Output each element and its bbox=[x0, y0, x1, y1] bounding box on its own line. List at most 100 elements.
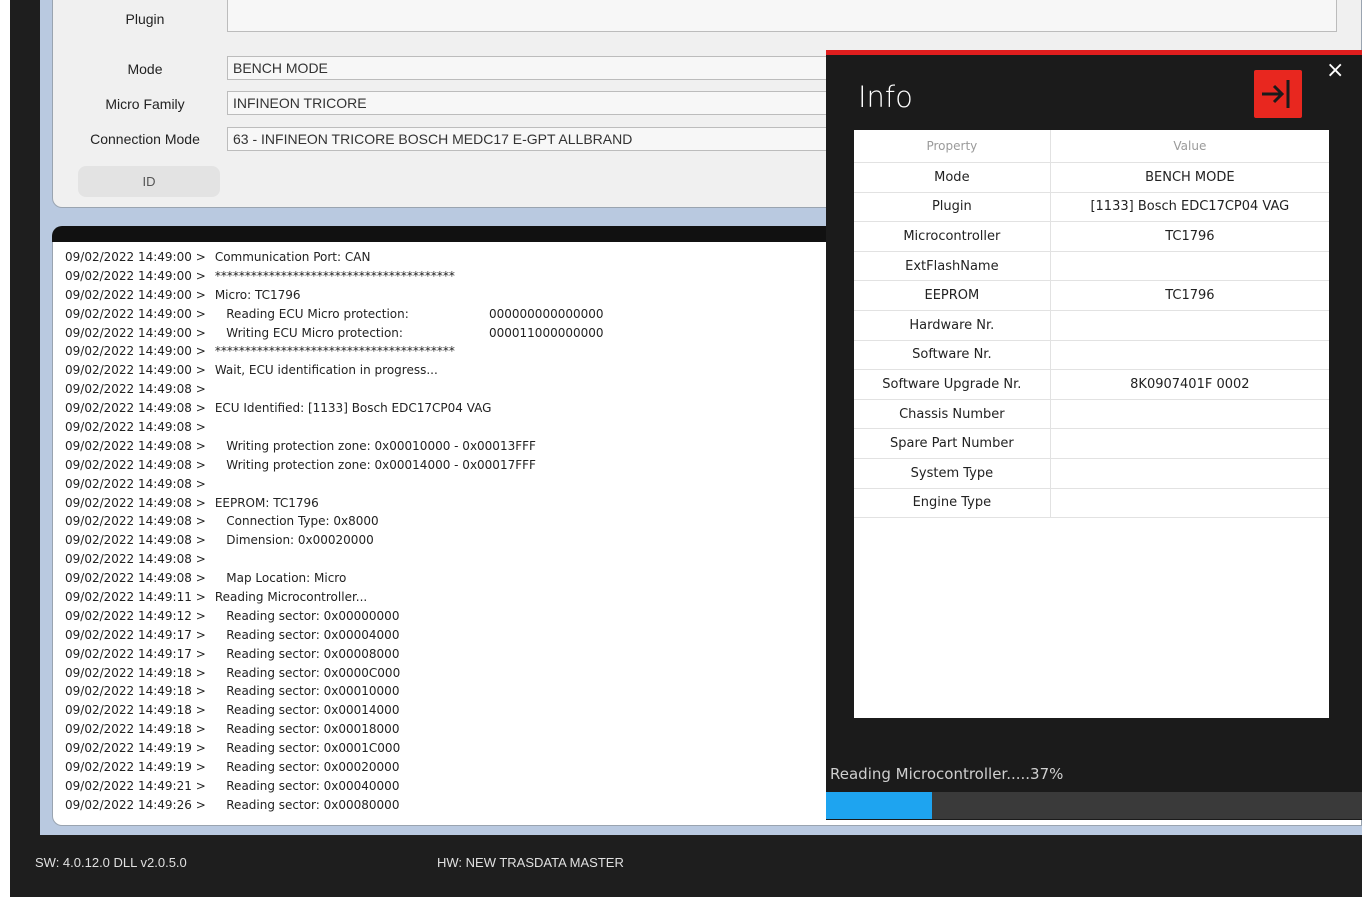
log-message: Writing protection zone: 0x00014000 - 0x… bbox=[211, 457, 536, 472]
log-message: Reading sector: 0x0000C000 bbox=[211, 665, 401, 680]
log-line: 09/02/2022 14:49:08 > bbox=[65, 475, 536, 494]
log-timestamp: 09/02/2022 14:49:08 > bbox=[65, 552, 206, 567]
table-row[interactable]: Software Upgrade Nr. 8K0907401F 0002 bbox=[854, 369, 1329, 400]
log-line: 09/02/2022 14:49:08 > Dimension: 0x00020… bbox=[65, 531, 536, 550]
log-timestamp: 09/02/2022 14:49:00 > bbox=[65, 363, 206, 378]
log-message: Reading sector: 0x00080000 bbox=[211, 797, 400, 812]
log-line: 09/02/2022 14:49:08 > Writing protection… bbox=[65, 437, 536, 456]
log-timestamp: 09/02/2022 14:49:18 > bbox=[65, 665, 206, 680]
log-timestamp: 09/02/2022 14:49:11 > bbox=[65, 590, 206, 605]
log-line: 09/02/2022 14:49:26 > Reading sector: 0x… bbox=[65, 796, 536, 815]
log-value: 000011000000000 bbox=[489, 325, 604, 340]
property-cell: Software Nr. bbox=[854, 340, 1051, 371]
plugin-label: Plugin bbox=[125, 11, 165, 27]
property-cell: EEPROM bbox=[854, 280, 1051, 311]
log-line: 09/02/2022 14:49:00 > Communication Port… bbox=[65, 248, 536, 267]
value-cell bbox=[1050, 310, 1329, 341]
log-timestamp: 09/02/2022 14:49:18 > bbox=[65, 684, 206, 699]
log-timestamp: 09/02/2022 14:49:18 > bbox=[65, 722, 206, 737]
log-line: 09/02/2022 14:49:12 > Reading sector: 0x… bbox=[65, 607, 536, 626]
info-table: Property Value Mode BENCH MODE Plugin [1133… bbox=[854, 130, 1329, 519]
log-line: 09/02/2022 14:49:00 > Reading ECU Micro … bbox=[65, 305, 604, 324]
table-row[interactable]: EEPROM TC1796 bbox=[854, 280, 1329, 311]
log-line: 09/02/2022 14:49:00 > Micro: TC1796 bbox=[65, 286, 536, 305]
info-dialog: Info × Property Value Mode BENCH MODE Plug… bbox=[826, 50, 1362, 820]
property-cell: Chassis Number bbox=[854, 399, 1051, 430]
id-button[interactable]: ID bbox=[78, 166, 220, 197]
log-line: 09/02/2022 14:49:11 > Reading Microcontr… bbox=[65, 588, 536, 607]
table-row[interactable]: Mode BENCH MODE bbox=[854, 162, 1329, 193]
table-row[interactable]: ExtFlashName bbox=[854, 251, 1329, 282]
log-message: Communication Port: CAN bbox=[211, 250, 371, 264]
log-timestamp: 09/02/2022 14:49:00 > bbox=[65, 325, 206, 340]
log-timestamp: 09/02/2022 14:49:08 > bbox=[65, 495, 206, 510]
table-row[interactable]: System Type bbox=[854, 458, 1329, 489]
value-cell: [1133] Bosch EDC17CP04 VAG bbox=[1050, 192, 1329, 223]
log-timestamp: 09/02/2022 14:49:08 > bbox=[65, 571, 206, 586]
log-line: 09/02/2022 14:49:00 > Wait, ECU identifi… bbox=[65, 361, 536, 380]
log-timestamp: 09/02/2022 14:49:00 > bbox=[65, 268, 206, 283]
log-message: Dimension: 0x00020000 bbox=[211, 533, 374, 548]
log-line: 09/02/2022 14:49:08 > bbox=[65, 380, 536, 399]
value-cell: 8K0907401F 0002 bbox=[1050, 369, 1329, 400]
value-cell: TC1796 bbox=[1050, 280, 1329, 311]
log-timestamp: 09/02/2022 14:49:19 > bbox=[65, 760, 206, 775]
table-row[interactable]: Engine Type bbox=[854, 488, 1329, 519]
sw-version: SW: 4.0.12.0 DLL v2.0.5.0 bbox=[35, 855, 187, 870]
log-message: Micro: TC1796 bbox=[211, 287, 301, 302]
log-line: 09/02/2022 14:49:18 > Reading sector: 0x… bbox=[65, 720, 536, 739]
log-timestamp: 09/02/2022 14:49:08 > bbox=[65, 438, 206, 453]
log-line: 09/02/2022 14:49:19 > Reading sector: 0x… bbox=[65, 739, 536, 758]
log-line: 09/02/2022 14:49:08 > Writing protection… bbox=[65, 456, 536, 475]
log-timestamp: 09/02/2022 14:49:00 > bbox=[65, 306, 206, 321]
progress-text: Reading Microcontroller.....37% bbox=[830, 765, 1064, 783]
value-cell: TC1796 bbox=[1050, 221, 1329, 252]
property-cell: Plugin bbox=[854, 192, 1051, 223]
log-message: Reading ECU Micro protection: bbox=[211, 306, 409, 321]
log-timestamp: 09/02/2022 14:49:19 > bbox=[65, 741, 206, 756]
log-message: Reading Microcontroller... bbox=[211, 590, 368, 605]
log-timestamp: 09/02/2022 14:49:21 > bbox=[65, 778, 206, 793]
log-message: **************************************** bbox=[211, 268, 455, 283]
log-message: ECU Identified: [1133] Bosch EDC17CP04 V… bbox=[211, 401, 492, 416]
property-cell: Software Upgrade Nr. bbox=[854, 369, 1051, 400]
log-timestamp: 09/02/2022 14:49:08 > bbox=[65, 533, 206, 548]
table-row[interactable]: Plugin [1133] Bosch EDC17CP04 VAG bbox=[854, 192, 1329, 223]
progress-bar bbox=[826, 792, 1362, 819]
log-message: Reading sector: 0x00010000 bbox=[211, 684, 400, 699]
mode-label: Mode bbox=[127, 61, 163, 77]
log-timestamp: 09/02/2022 14:49:00 > bbox=[65, 344, 206, 359]
log-line: 09/02/2022 14:49:00 > ******************… bbox=[65, 267, 536, 286]
log-line: 09/02/2022 14:49:18 > Reading sector: 0x… bbox=[65, 682, 536, 701]
log-message: EEPROM: TC1796 bbox=[211, 495, 319, 510]
plugin-field[interactable] bbox=[227, 0, 1337, 32]
log-line: 09/02/2022 14:49:08 > bbox=[65, 418, 536, 437]
log-value: 000000000000000 bbox=[489, 306, 604, 321]
hw-version: HW: NEW TRASDATA MASTER bbox=[437, 855, 624, 870]
micro-family-label: Micro Family bbox=[105, 96, 185, 112]
log-message: Reading sector: 0x00004000 bbox=[211, 627, 400, 642]
log-line: 09/02/2022 14:49:18 > Reading sector: 0x… bbox=[65, 701, 536, 720]
log-message: Map Location: Micro bbox=[211, 571, 347, 586]
table-row[interactable]: Chassis Number bbox=[854, 399, 1329, 430]
value-cell bbox=[1050, 399, 1329, 430]
info-table-container: Property Value Mode BENCH MODE Plugin [1133… bbox=[854, 130, 1329, 718]
close-icon[interactable]: × bbox=[1326, 58, 1344, 83]
log-timestamp: 09/02/2022 14:49:08 > bbox=[65, 476, 206, 491]
table-row[interactable]: Spare Part Number bbox=[854, 428, 1329, 459]
value-cell bbox=[1050, 340, 1329, 371]
log-timestamp: 09/02/2022 14:49:08 > bbox=[65, 457, 206, 472]
log-message: **************************************** bbox=[211, 344, 455, 359]
log-timestamp: 09/02/2022 14:49:00 > bbox=[65, 250, 206, 264]
table-row[interactable]: Software Nr. bbox=[854, 340, 1329, 371]
log-line: 09/02/2022 14:49:21 > Reading sector: 0x… bbox=[65, 777, 536, 796]
table-row[interactable]: Microcontroller TC1796 bbox=[854, 221, 1329, 252]
column-header-value: Value bbox=[1050, 130, 1329, 163]
property-cell: Microcontroller bbox=[854, 221, 1051, 252]
exit-arrow-icon[interactable] bbox=[1254, 70, 1302, 118]
log-timestamp: 09/02/2022 14:49:08 > bbox=[65, 420, 206, 435]
log-timestamp: 09/02/2022 14:49:17 > bbox=[65, 646, 206, 661]
property-cell: Mode bbox=[854, 162, 1051, 193]
log-line: 09/02/2022 14:49:18 > Reading sector: 0x… bbox=[65, 664, 536, 683]
table-row[interactable]: Hardware Nr. bbox=[854, 310, 1329, 341]
